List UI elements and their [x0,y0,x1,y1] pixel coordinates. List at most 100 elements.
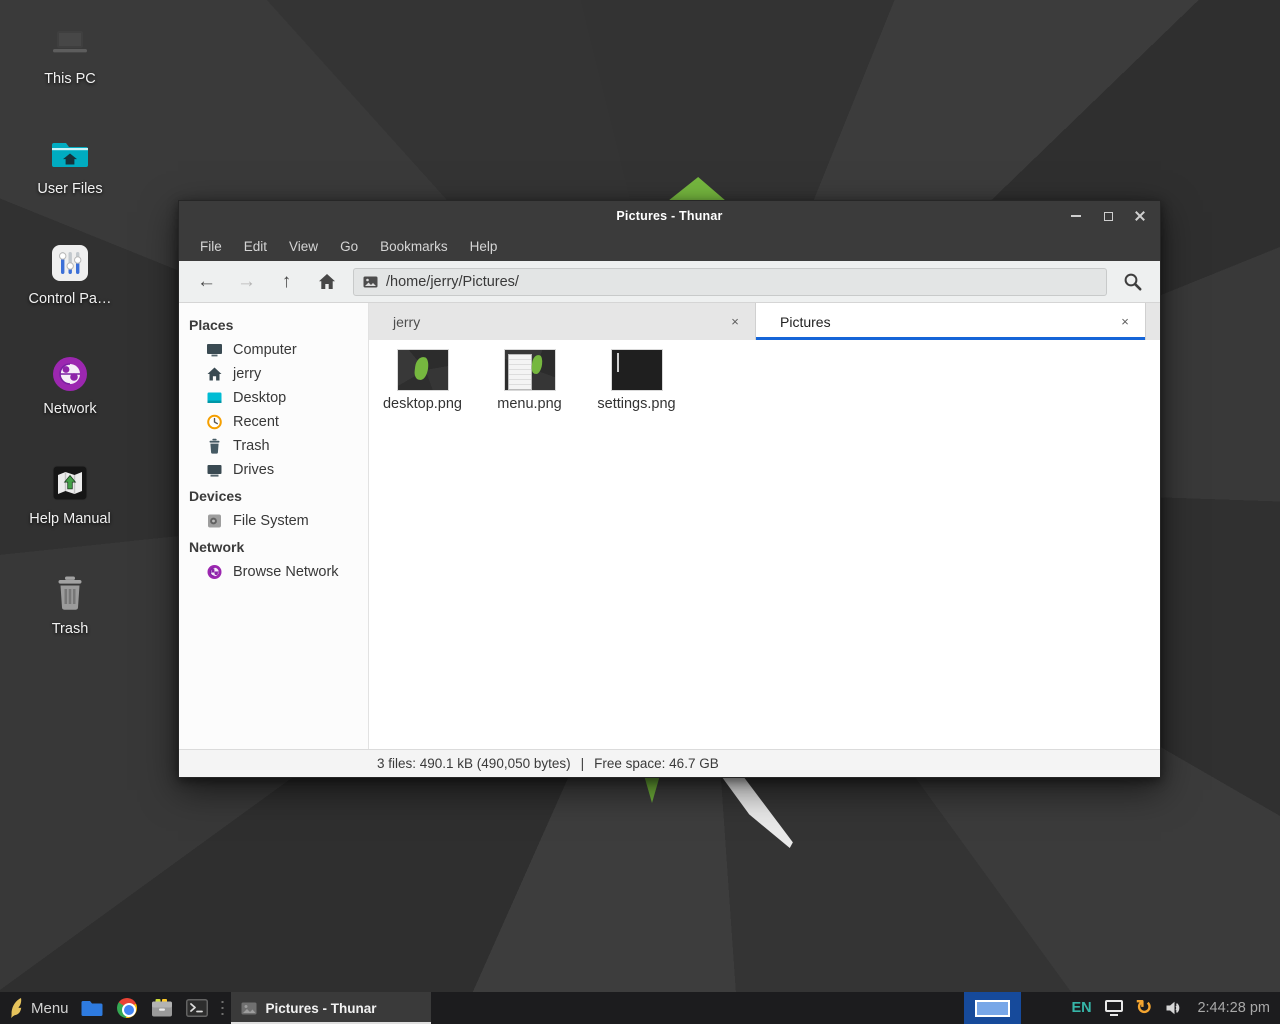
file-name: menu.png [497,396,562,412]
desktop-icon-label: This PC [44,71,96,87]
toolbar: /home/jerry/Pictures/ [179,261,1160,303]
menu-view[interactable]: View [278,235,329,258]
tab-label: jerry [393,314,727,330]
feather-logo-icon [8,997,23,1019]
sidebar-item-desktop[interactable]: Desktop [179,386,368,410]
desktop-icon-label: Control Pa… [28,291,111,307]
close-icon[interactable] [1132,208,1148,224]
taskbar-grip-handle [219,998,226,1018]
tab-close-icon[interactable] [1117,314,1133,330]
up-icon[interactable] [273,268,300,295]
computer-icon [206,342,223,358]
sidebar-item-drives[interactable]: Drives [179,458,368,482]
tab-label: Pictures [780,314,1117,330]
maximize-icon[interactable] [1100,208,1116,224]
keyboard-layout-indicator[interactable]: EN [1072,1000,1092,1016]
sidebar-item-file-system[interactable]: File System [179,509,368,533]
desktop: This PC User Files Control Pa… Network H… [0,0,1280,1024]
pc-icon [48,22,92,66]
browse-network-icon [206,564,223,580]
tab-close-icon[interactable] [727,314,743,330]
menu-file[interactable]: File [189,235,233,258]
sidebar-item-label: Recent [233,414,279,430]
window-body: Places Computer jerry Desktop [179,303,1160,749]
workspace-switcher[interactable] [964,992,1021,1024]
file-item-desktop-png[interactable]: desktop.png [373,350,472,412]
terminal-icon[interactable] [186,997,208,1019]
image-location-icon [363,276,378,288]
recent-clock-icon [206,414,223,430]
back-icon[interactable] [193,268,220,295]
menu-bar: File Edit View Go Bookmarks Help [179,231,1160,261]
chrome-icon[interactable] [116,997,138,1019]
start-menu-label: Menu [31,1000,69,1017]
sidebar-item-label: File System [233,513,309,529]
taskbar: Menu Pictures - Thunar EN [0,992,1280,1024]
window-titlebar[interactable]: Pictures - Thunar [179,201,1160,231]
file-item-menu-png[interactable]: menu.png [480,350,579,412]
file-list: desktop.png menu.png settings.png [369,340,1160,749]
help-manual-icon [48,462,92,506]
tab-bar: jerry Pictures [369,303,1160,340]
settings-screenshot-thumb [612,350,662,390]
control-panel-icon [48,242,92,286]
sidebar-item-recent[interactable]: Recent [179,410,368,434]
sidebar-item-jerry[interactable]: jerry [179,362,368,386]
display-icon[interactable] [1105,1000,1123,1016]
show-desktop-icon[interactable] [81,997,103,1019]
sidebar-item-label: Trash [233,438,270,454]
sidebar-item-computer[interactable]: Computer [179,338,368,362]
forward-icon[interactable] [233,268,260,295]
menu-bookmarks[interactable]: Bookmarks [369,235,459,258]
sidebar-item-label: Desktop [233,390,286,406]
sidebar-header-network: Network [179,533,368,560]
minimize-icon[interactable] [1068,208,1084,224]
folder-home-icon [48,132,92,176]
file-manager-icon[interactable] [151,997,173,1019]
status-free-space-text: Free space: 46.7 GB [594,756,719,771]
sidebar-item-label: Browse Network [233,564,339,580]
updates-icon[interactable] [1136,998,1153,1018]
file-name: desktop.png [383,396,462,412]
home-icon[interactable] [313,268,340,295]
sidebar: Places Computer jerry Desktop [179,303,369,749]
tab-jerry[interactable]: jerry [369,303,756,340]
system-tray: EN 2:44:28 pm [964,992,1280,1024]
sidebar-item-label: Drives [233,462,274,478]
sidebar-item-label: Computer [233,342,297,358]
status-bar: 3 files: 490.1 kB (490,050 bytes) | Free… [179,749,1160,777]
taskbar-clock[interactable]: 2:44:28 pm [1197,1000,1270,1016]
menu-edit[interactable]: Edit [233,235,278,258]
start-menu-button[interactable]: Menu [0,992,81,1024]
taskbar-window-button[interactable]: Pictures - Thunar [231,992,431,1024]
desktop-icon-user-files[interactable]: User Files [18,122,122,232]
desktop-icon-trash[interactable]: Trash [18,562,122,672]
status-files-text: 3 files: 490.1 kB (490,050 bytes) [377,756,571,771]
trash-icon [206,438,223,454]
menu-help[interactable]: Help [459,235,509,258]
desktop-icon-help-manual[interactable]: Help Manual [18,452,122,562]
desktop-icons-column: This PC User Files Control Pa… Network H… [18,12,122,672]
sidebar-header-places: Places [179,311,368,338]
path-bar[interactable]: /home/jerry/Pictures/ [353,268,1107,296]
desktop-icon-label: Network [43,401,96,417]
sidebar-item-trash[interactable]: Trash [179,434,368,458]
file-system-icon [206,513,223,529]
main-pane: jerry Pictures desktop.png [369,303,1160,749]
tab-pictures[interactable]: Pictures [756,303,1146,340]
taskbar-window-label: Pictures - Thunar [266,1001,377,1016]
wallpaper-logo-white-blade [718,778,796,848]
file-name: settings.png [597,396,675,412]
menu-screenshot-thumb [505,350,555,390]
sidebar-item-browse-network[interactable]: Browse Network [179,560,368,584]
desktop-icon-network[interactable]: Network [18,342,122,452]
tab-bar-filler [1146,303,1160,340]
drives-icon [206,462,223,478]
file-item-settings-png[interactable]: settings.png [587,350,686,412]
volume-icon[interactable] [1165,1000,1184,1016]
search-icon[interactable] [1120,269,1146,295]
desktop-icon-control-panel[interactable]: Control Pa… [18,232,122,342]
sidebar-item-label: jerry [233,366,261,382]
desktop-icon-this-pc[interactable]: This PC [18,12,122,122]
menu-go[interactable]: Go [329,235,369,258]
